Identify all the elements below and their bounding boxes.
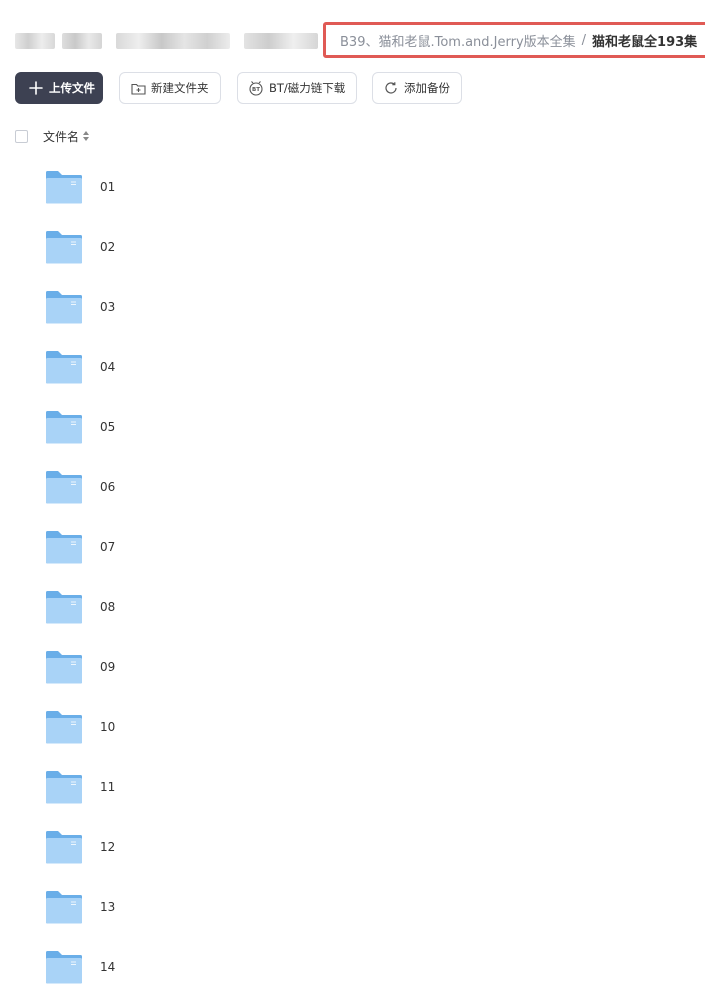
- bt-icon: BT: [248, 80, 264, 96]
- folder-name[interactable]: 08: [100, 600, 115, 614]
- folder-row[interactable]: 09: [45, 647, 115, 687]
- folder-name[interactable]: 12: [100, 840, 115, 854]
- folder-row[interactable]: 04: [45, 347, 115, 387]
- upload-button-label: 上传文件: [49, 81, 95, 95]
- folder-icon: [45, 229, 83, 265]
- folder-name[interactable]: 03: [100, 300, 115, 314]
- folder-name[interactable]: 13: [100, 900, 115, 914]
- folder-row[interactable]: 14: [45, 947, 115, 987]
- folder-row[interactable]: 10: [45, 707, 115, 747]
- folder-row[interactable]: 05: [45, 407, 115, 447]
- folder-icon: [45, 469, 83, 505]
- folder-icon: [45, 829, 83, 865]
- folder-name[interactable]: 01: [100, 180, 115, 194]
- folder-icon: [45, 589, 83, 625]
- folder-row[interactable]: 03: [45, 287, 115, 327]
- folder-icon: [45, 889, 83, 925]
- folder-icon: [45, 169, 83, 205]
- folder-name[interactable]: 09: [100, 660, 115, 674]
- folder-name[interactable]: 05: [100, 420, 115, 434]
- breadcrumb-separator: /: [581, 32, 587, 48]
- folder-name[interactable]: 06: [100, 480, 115, 494]
- folder-icon: [45, 349, 83, 385]
- folder-row[interactable]: 01: [45, 167, 115, 207]
- sync-icon: [383, 80, 399, 96]
- folder-row[interactable]: 06: [45, 467, 115, 507]
- folder-row[interactable]: 12: [45, 827, 115, 867]
- folder-name[interactable]: 02: [100, 240, 115, 254]
- folder-icon: [45, 289, 83, 325]
- folder-icon: [45, 409, 83, 445]
- new-folder-icon: [130, 80, 146, 96]
- new-folder-button[interactable]: 新建文件夹: [119, 72, 221, 104]
- add-backup-button-label: 添加备份: [404, 81, 450, 95]
- svg-text:BT: BT: [252, 87, 260, 93]
- folder-row[interactable]: 08: [45, 587, 115, 627]
- list-header: 文件名: [15, 127, 90, 145]
- folder-icon: [45, 529, 83, 565]
- folder-row[interactable]: 13: [45, 887, 115, 927]
- folder-name[interactable]: 10: [100, 720, 115, 734]
- folder-row[interactable]: 07: [45, 527, 115, 567]
- bt-download-button-label: BT/磁力链下载: [269, 81, 346, 95]
- filename-column-header[interactable]: 文件名: [43, 128, 79, 145]
- breadcrumb: B39、猫和老鼠.Tom.and.Jerry版本全集 / 猫和老鼠全193集: [323, 22, 705, 58]
- folder-name[interactable]: 04: [100, 360, 115, 374]
- folder-name[interactable]: 14: [100, 960, 115, 974]
- folder-name[interactable]: 07: [100, 540, 115, 554]
- folder-icon: [45, 709, 83, 745]
- sort-icon[interactable]: [83, 131, 90, 141]
- folder-icon: [45, 949, 83, 985]
- breadcrumb-current: 猫和老鼠全193集: [592, 34, 698, 50]
- folder-row[interactable]: 11: [45, 767, 115, 807]
- add-backup-button[interactable]: 添加备份: [372, 72, 462, 104]
- folder-row[interactable]: 02: [45, 227, 115, 267]
- plus-icon: [28, 80, 44, 96]
- upload-button[interactable]: 上传文件: [15, 72, 103, 104]
- folder-name[interactable]: 11: [100, 780, 115, 794]
- breadcrumb-parent-link[interactable]: B39、猫和老鼠.Tom.and.Jerry版本全集: [340, 31, 576, 50]
- folder-icon: [45, 769, 83, 805]
- bt-download-button[interactable]: BT BT/磁力链下载: [237, 72, 357, 104]
- folder-icon: [45, 649, 83, 685]
- select-all-checkbox[interactable]: [15, 129, 28, 143]
- new-folder-button-label: 新建文件夹: [151, 81, 209, 95]
